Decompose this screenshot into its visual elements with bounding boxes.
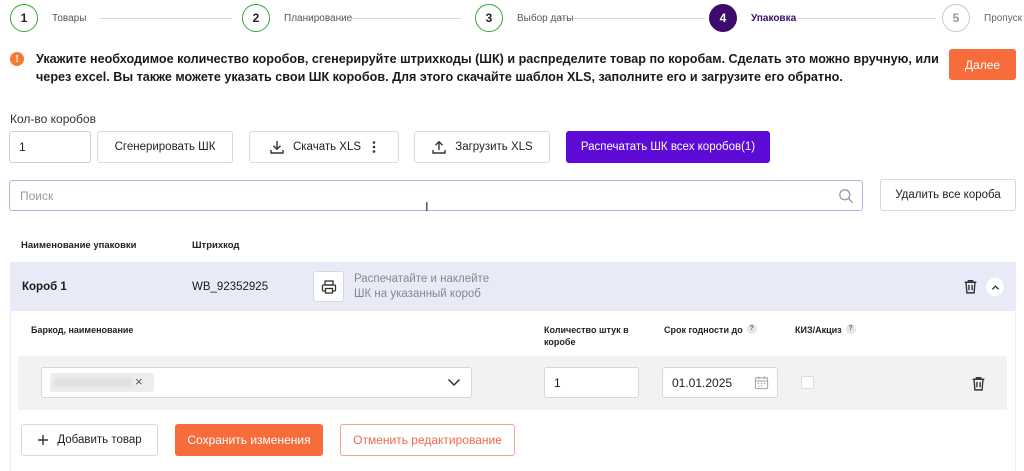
box-row [10,262,1016,311]
chevron-down-icon[interactable] [447,376,461,388]
step-products[interactable]: 1 Товары [10,4,86,32]
step-number: 4 [709,4,737,32]
exclamation-icon: ! [10,52,24,66]
sub-header-qty: Количество штук в коробе [544,325,629,347]
step-number: 2 [242,4,270,32]
step-label: Планирование [284,12,353,24]
col-header-name: Наименование упаковки [21,240,137,251]
step-planning[interactable]: 2 Планирование [242,4,352,32]
cancel-editing-button[interactable]: Отменить редактирование [340,424,515,456]
box-name: Короб 1 [22,281,67,293]
col-header-barcode: Штрихкод [192,240,240,251]
close-icon[interactable]: × [135,374,143,389]
delete-all-boxes-button[interactable]: Удалить все короба [880,179,1016,211]
alert-text: Укажите необходимое количество коробов, … [36,52,939,84]
step-label: Выбор даты [517,12,574,24]
stepper: 1 Товары 2 Планирование 3 Выбор даты 4 У… [0,0,1024,36]
step-packing[interactable]: 4 Упаковка [709,4,796,32]
kiz-checkbox[interactable] [801,376,814,389]
boxes-count-input[interactable]: 1 [9,131,91,163]
delete-all-label: Удалить все короба [895,189,1001,201]
step-connector [100,18,232,19]
printer-icon [321,279,336,294]
collapse-button[interactable] [986,278,1004,296]
upload-xls-label: Загрузить XLS [455,141,533,153]
add-product-button[interactable]: Добавить товар [21,424,158,456]
step-pass[interactable]: 5 Пропуск [942,4,1022,32]
sub-header-expiry: Срок годности до? [664,324,757,336]
step-connector [351,18,461,19]
print-hint-text: Распечатайте и наклейте ШК на указанный … [354,273,490,300]
info-alert: ! Укажите необходимое количество коробов… [10,50,940,86]
generate-barcode-label: Сгенерировать ШК [114,141,216,153]
expiry-date-input[interactable]: 01.01.2025 [662,367,778,398]
plus-icon [38,435,49,445]
step-date[interactable]: 3 Выбор даты [475,4,573,32]
print-all-barcodes-button[interactable]: Распечатать ШК всех коробов(1) [566,131,770,163]
search-placeholder: Поиск [20,188,54,203]
sub-header-kiz-label: КИЗ/Акциз [795,325,842,335]
step-number: 3 [475,4,503,32]
sub-header-kiz: КИЗ/Акциз? [795,324,856,336]
sub-header-barcode-name: Баркод, наименование [31,325,134,335]
upload-icon [432,140,446,154]
more-vertical-icon[interactable] [369,139,379,155]
save-changes-button[interactable]: Сохранить изменения [175,424,323,456]
step-number: 5 [942,4,970,32]
generate-barcode-button[interactable]: Сгенерировать ШК [97,131,233,163]
chevron-up-icon [991,284,999,290]
box-barcode: WB_92352925 [192,281,269,293]
step-label: Пропуск [984,12,1022,24]
quantity-input[interactable]: 1 [544,367,639,398]
trash-icon[interactable] [970,375,987,392]
add-product-label: Добавить товар [57,434,142,446]
sub-header-expiry-label: Срок годности до [664,325,743,335]
upload-xls-button[interactable]: Загрузить XLS [414,131,550,163]
boxes-count-label: Кол-во коробов [10,112,96,126]
download-xls-label: Скачать XLS [292,141,362,153]
redacted-product-name [54,378,132,387]
step-label: Упаковка [751,12,797,24]
expiry-date-value: 01.01.2025 [672,375,733,390]
download-icon [270,141,284,154]
download-xls-button[interactable]: Скачать XLS [249,131,399,163]
step-number: 1 [10,4,38,32]
text-cursor-icon: I [425,199,429,214]
step-connector [555,18,705,19]
step-connector [793,18,936,19]
step-label: Товары [52,12,87,24]
calendar-icon[interactable] [754,375,769,390]
search-input[interactable]: Поиск [9,180,863,211]
help-icon[interactable]: ? [746,324,757,334]
help-icon[interactable]: ? [845,324,856,334]
trash-icon[interactable] [962,278,979,295]
print-all-label: Распечатать ШК всех коробов(1) [580,141,756,153]
print-barcode-button[interactable] [313,271,344,302]
next-button[interactable]: Далее [949,49,1016,80]
search-icon [839,189,853,203]
